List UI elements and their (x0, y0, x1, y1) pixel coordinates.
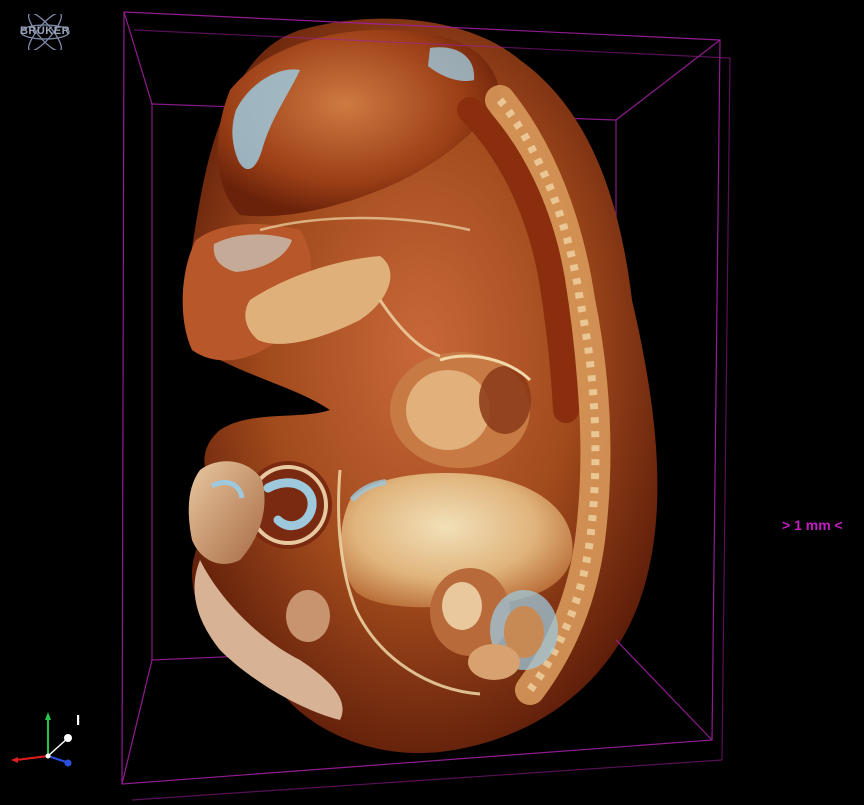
volume-render-scene (121, 11, 731, 801)
scale-bar-label: > 1 mm < (782, 517, 843, 533)
z-axis (47, 755, 67, 763)
z-axis-end (64, 759, 72, 767)
3d-viewport[interactable]: BRUKER > 1 mm < I (0, 0, 864, 805)
x-axis (15, 755, 49, 761)
logo-text: BRUKER (19, 25, 71, 37)
view-direction-end (64, 734, 72, 742)
orientation-mark: I (76, 712, 81, 729)
view-direction (47, 737, 69, 757)
bruker-logo: BRUKER (14, 12, 76, 52)
embryo-render (182, 18, 658, 754)
y-axis-arrow (45, 712, 51, 720)
x-axis-arrow (11, 757, 18, 763)
